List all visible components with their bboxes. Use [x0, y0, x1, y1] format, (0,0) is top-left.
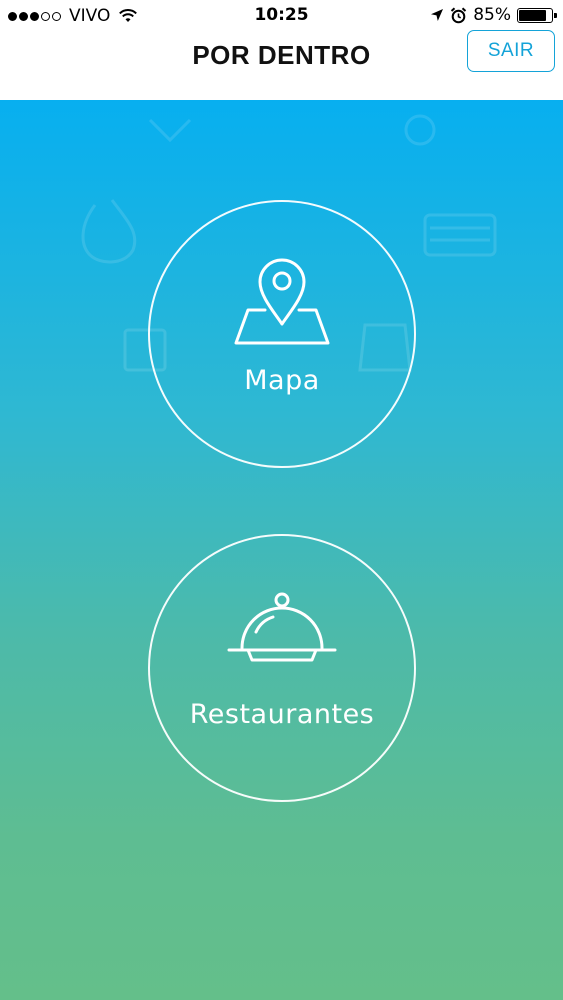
- exit-button[interactable]: SAIR: [467, 30, 555, 72]
- battery-fill: [519, 9, 546, 21]
- battery-icon: [517, 7, 557, 23]
- map-button[interactable]: Mapa: [148, 200, 416, 468]
- status-right: 85%: [430, 5, 557, 25]
- location-arrow-icon: [431, 9, 444, 21]
- food-cloche-icon: [227, 592, 337, 662]
- status-bar: VIVO 10:25 85%: [0, 0, 563, 32]
- restaurants-label: Restaurantes: [189, 699, 375, 730]
- map-pin-icon: [234, 258, 330, 345]
- restaurants-button[interactable]: Restaurantes: [148, 534, 416, 802]
- map-label: Mapa: [244, 365, 320, 396]
- alarm-clock-icon: [451, 7, 467, 23]
- nav-bar: POR DENTRO SAIR: [0, 30, 563, 100]
- main-content: Mapa Restaurantes: [0, 100, 563, 1000]
- battery-percent: 85%: [473, 5, 511, 25]
